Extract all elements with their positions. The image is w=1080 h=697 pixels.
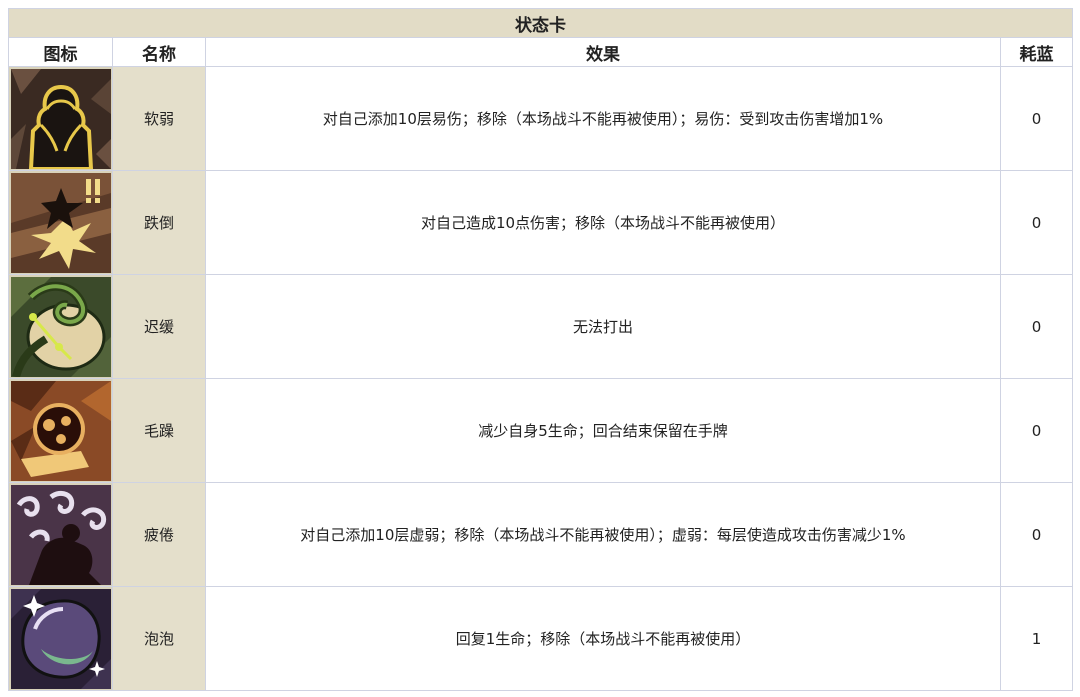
icon-cell — [8, 378, 113, 483]
table-row: 毛躁 减少自身5生命；回合结束保留在手牌 0 — [8, 378, 1073, 483]
card-effect: 回复1生命；移除（本场战斗不能再被使用） — [205, 586, 1001, 691]
card-effect: 对自己添加10层虚弱；移除（本场战斗不能再被使用）；虚弱：每层使造成攻击伤害减少… — [205, 482, 1001, 587]
stumble-icon — [10, 173, 111, 273]
card-name: 软弱 — [112, 66, 206, 171]
fatigue-icon — [10, 485, 111, 585]
table-title: 状态卡 — [8, 8, 1073, 38]
slow-icon — [10, 277, 111, 377]
icon-cell — [8, 274, 113, 379]
card-effect: 对自己添加10层易伤；移除（本场战斗不能再被使用）；易伤：受到攻击伤害增加1% — [205, 66, 1001, 171]
header-name: 名称 — [112, 37, 206, 67]
card-effect: 对自己造成10点伤害；移除（本场战斗不能再被使用） — [205, 170, 1001, 275]
irritable-icon — [10, 381, 111, 481]
header-icon: 图标 — [8, 37, 113, 67]
header-effect: 效果 — [205, 37, 1001, 67]
card-name: 跌倒 — [112, 170, 206, 275]
status-card-table-wrapper: 状态卡 图标 名称 效果 耗蓝 软弱 对自己添加10层易伤；移除（本场战斗不能再… — [8, 8, 1073, 691]
status-card-table: 状态卡 图标 名称 效果 耗蓝 软弱 对自己添加10层易伤；移除（本场战斗不能再… — [8, 8, 1073, 691]
card-name: 疲倦 — [112, 482, 206, 587]
card-cost: 0 — [1000, 274, 1073, 379]
icon-cell — [8, 482, 113, 587]
card-cost: 0 — [1000, 378, 1073, 483]
card-cost: 0 — [1000, 66, 1073, 171]
table-row: 泡泡 回复1生命；移除（本场战斗不能再被使用） 1 — [8, 586, 1073, 691]
card-cost: 0 — [1000, 482, 1073, 587]
table-row: 跌倒 对自己造成10点伤害；移除（本场战斗不能再被使用） 0 — [8, 170, 1073, 275]
table-row: 疲倦 对自己添加10层虚弱；移除（本场战斗不能再被使用）；虚弱：每层使造成攻击伤… — [8, 482, 1073, 587]
card-name: 泡泡 — [112, 586, 206, 691]
table-row: 软弱 对自己添加10层易伤；移除（本场战斗不能再被使用）；易伤：受到攻击伤害增加… — [8, 66, 1073, 171]
card-name: 毛躁 — [112, 378, 206, 483]
card-effect: 无法打出 — [205, 274, 1001, 379]
weak-icon — [10, 69, 111, 169]
card-cost: 0 — [1000, 170, 1073, 275]
card-cost: 1 — [1000, 586, 1073, 691]
card-effect: 减少自身5生命；回合结束保留在手牌 — [205, 378, 1001, 483]
card-name: 迟缓 — [112, 274, 206, 379]
bubble-icon — [10, 589, 111, 689]
icon-cell — [8, 586, 113, 691]
header-cost: 耗蓝 — [1000, 37, 1073, 67]
table-row: 迟缓 无法打出 0 — [8, 274, 1073, 379]
icon-cell — [8, 170, 113, 275]
icon-cell — [8, 66, 113, 171]
